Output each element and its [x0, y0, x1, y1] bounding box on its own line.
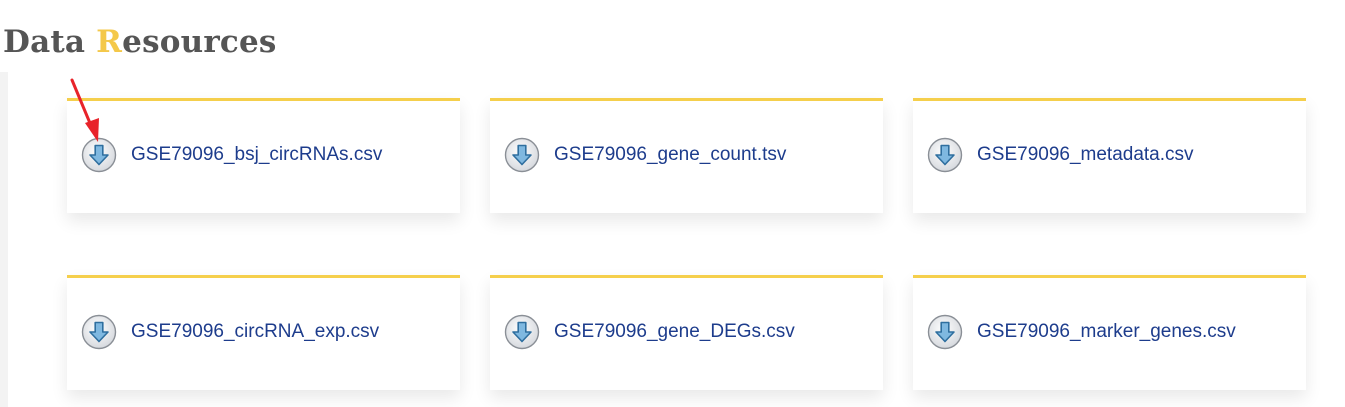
file-link-label[interactable]: GSE79096_circRNA_exp.csv — [131, 321, 379, 343]
file-link-label[interactable]: GSE79096_metadata.csv — [977, 144, 1194, 166]
left-divider — [0, 72, 8, 407]
file-card-gene-count[interactable]: GSE79096_gene_count.tsv — [490, 98, 883, 213]
file-card-bsj-circrnas[interactable]: GSE79096_bsj_circRNAs.csv — [67, 98, 460, 213]
file-card-circrna-exp[interactable]: GSE79096_circRNA_exp.csv — [67, 275, 460, 390]
download-icon[interactable] — [927, 137, 963, 173]
section-title-accent-letter: R — [96, 24, 123, 60]
file-card-gene-degs[interactable]: GSE79096_gene_DEGs.csv — [490, 275, 883, 390]
file-link-label[interactable]: GSE79096_marker_genes.csv — [977, 321, 1236, 343]
file-link-label[interactable]: GSE79096_gene_count.tsv — [554, 144, 786, 166]
download-icon[interactable] — [927, 314, 963, 350]
page: Data Resources GSE79096_bsj_circRNAs.csv… — [0, 0, 1345, 407]
file-grid: GSE79096_bsj_circRNAs.csv GSE79096_gene_… — [67, 98, 1306, 390]
section-title-first: Data — [3, 24, 97, 60]
download-icon[interactable] — [504, 137, 540, 173]
red-pointer-arrow-icon — [70, 78, 99, 142]
file-card-marker-genes[interactable]: GSE79096_marker_genes.csv — [913, 275, 1306, 390]
file-link-label[interactable]: GSE79096_bsj_circRNAs.csv — [131, 144, 382, 166]
file-link-label[interactable]: GSE79096_gene_DEGs.csv — [554, 321, 795, 343]
file-card-metadata[interactable]: GSE79096_metadata.csv — [913, 98, 1306, 213]
section-title: Data Resources — [3, 22, 277, 62]
section-title-rest: esources — [122, 24, 277, 60]
download-icon[interactable] — [504, 314, 540, 350]
download-icon[interactable] — [81, 314, 117, 350]
